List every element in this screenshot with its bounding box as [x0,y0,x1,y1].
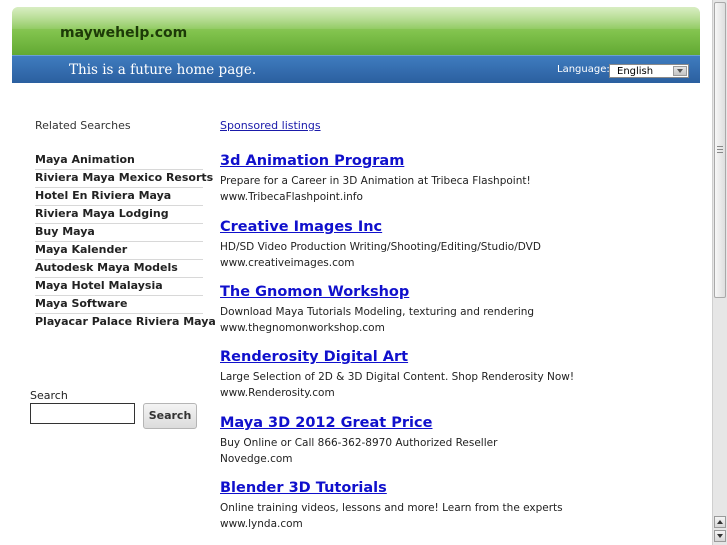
ad-title-link[interactable]: 3d Animation Program [220,152,660,170]
ad-listing: Maya 3D 2012 Great Price Buy Online or C… [220,414,660,467]
scroll-down-arrow-icon[interactable] [714,530,726,542]
related-link[interactable]: Buy Maya [35,224,203,242]
ad-title-link[interactable]: Blender 3D Tutorials [220,479,660,497]
scroll-grip-line [717,152,723,153]
related-link[interactable]: Riviera Maya Mexico Resorts [35,170,213,188]
search-button[interactable]: Search [143,403,197,429]
ad-description: HD/SD Video Production Writing/Shooting/… [220,241,541,253]
ad-description: Prepare for a Career in 3D Animation at … [220,175,531,187]
ad-listing: Blender 3D Tutorials Online training vid… [220,479,660,532]
related-searches-title: Related Searches [35,119,131,132]
scrollbar-thumb[interactable] [714,2,726,298]
ad-url[interactable]: www.lynda.com [220,516,660,532]
ad-description: Online training videos, lessons and more… [220,502,563,514]
ad-listing: The Gnomon Workshop Download Maya Tutori… [220,283,660,336]
header: maywehelp.com This is a future home page… [12,7,700,83]
related-link[interactable]: Riviera Maya Lodging [35,206,203,224]
scroll-up-arrow-icon[interactable] [714,516,726,528]
related-link[interactable]: Maya Kalender [35,242,203,260]
tagline: This is a future home page. [69,62,257,78]
ad-title-link[interactable]: Maya 3D 2012 Great Price [220,414,660,432]
header-bar: This is a future home page. Language: En… [12,55,700,83]
header-banner: maywehelp.com [12,7,700,55]
scroll-grip-line [717,146,723,147]
page: maywehelp.com This is a future home page… [0,0,712,545]
language-select[interactable]: English [609,64,689,78]
search-label: Search [30,389,68,402]
ad-description: Buy Online or Call 866-362-8970 Authoriz… [220,437,498,449]
ad-url[interactable]: www.Renderosity.com [220,385,660,401]
related-searches-list: Maya Animation Riviera Maya Mexico Resor… [35,152,216,331]
sponsored-listings-link[interactable]: Sponsored listings [220,119,321,132]
related-link[interactable]: Hotel En Riviera Maya [35,188,203,206]
ad-description: Large Selection of 2D & 3D Digital Conte… [220,371,575,383]
ad-url[interactable]: www.creativeimages.com [220,255,660,271]
scroll-grip-line [717,149,723,150]
ad-url[interactable]: www.thegnomonworkshop.com [220,320,660,336]
related-link[interactable]: Playacar Palace Riviera Maya [35,314,216,331]
ad-title-link[interactable]: Creative Images Inc [220,218,660,236]
ad-title-link[interactable]: The Gnomon Workshop [220,283,660,301]
search-input[interactable] [30,403,135,424]
ad-url[interactable]: Novedge.com [220,451,660,467]
ad-listing: Renderosity Digital Art Large Selection … [220,348,660,401]
language-value: English [617,66,654,77]
related-link[interactable]: Maya Animation [35,152,203,170]
ad-title-link[interactable]: Renderosity Digital Art [220,348,660,366]
language-label: Language: [557,64,610,75]
related-link[interactable]: Maya Software [35,296,203,314]
vertical-scrollbar[interactable] [712,0,727,545]
ad-url[interactable]: www.TribecaFlashpoint.info [220,189,660,205]
related-link[interactable]: Autodesk Maya Models [35,260,203,278]
ad-description: Download Maya Tutorials Modeling, textur… [220,306,535,318]
ad-listing: 3d Animation Program Prepare for a Caree… [220,152,660,205]
related-link[interactable]: Maya Hotel Malaysia [35,278,203,296]
ad-listing: Creative Images Inc HD/SD Video Producti… [220,218,660,271]
site-title: maywehelp.com [60,25,188,41]
chevron-down-icon[interactable] [673,66,687,76]
